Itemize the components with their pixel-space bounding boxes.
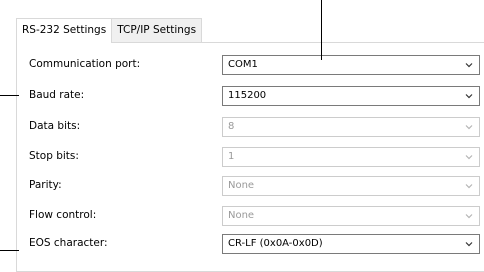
communication-port-row: Communication port: COM1 [17,55,484,75]
stop-bits-row: Stop bits: 1 [17,147,484,167]
baud-rate-select[interactable]: 115200 [222,86,480,106]
rs232-settings-panel: Communication port: COM1 Baud rate: 1152… [16,42,484,272]
tab-rs232-settings[interactable]: RS-232 Settings [16,18,113,43]
baud-rate-value: 115200 [228,90,267,101]
communication-port-label: Communication port: [29,58,141,70]
chevron-down-icon [465,125,473,130]
baud-rate-label: Baud rate: [29,89,85,101]
data-bits-label: Data bits: [29,120,81,132]
stop-bits-select: 1 [222,147,480,167]
stop-bits-label: Stop bits: [29,150,79,162]
flow-control-label: Flow control: [29,209,97,221]
eos-character-label: EOS character: [29,237,108,249]
communication-port-select[interactable]: COM1 [222,55,480,75]
eos-character-value: CR-LF (0x0A-0x0D) [228,238,323,249]
stop-bits-value: 1 [228,151,235,162]
callout-line-top [321,0,322,60]
callout-line-baud [0,95,19,96]
flow-control-value: None [228,210,255,221]
data-bits-value: 8 [228,121,235,132]
data-bits-select: 8 [222,117,480,137]
parity-value: None [228,180,255,191]
parity-label: Parity: [29,179,62,191]
chevron-down-icon [465,184,473,189]
parity-select: None [222,176,480,196]
chevron-down-icon [465,242,473,247]
parity-row: Parity: None [17,176,484,196]
flow-control-select: None [222,206,480,226]
eos-character-select[interactable]: CR-LF (0x0A-0x0D) [222,234,480,254]
data-bits-row: Data bits: 8 [17,117,484,137]
tab-tcpip-settings[interactable]: TCP/IP Settings [111,18,203,42]
flow-control-row: Flow control: None [17,206,484,226]
chevron-down-icon [465,94,473,99]
chevron-down-icon [465,214,473,219]
eos-character-row: EOS character: CR-LF (0x0A-0x0D) [17,234,484,254]
settings-tabs: RS-232 Settings TCP/IP Settings [16,18,203,43]
callout-line-eos [0,250,19,251]
baud-rate-row: Baud rate: 115200 [17,86,484,106]
chevron-down-icon [465,63,473,68]
communication-port-value: COM1 [228,59,258,70]
chevron-down-icon [465,155,473,160]
